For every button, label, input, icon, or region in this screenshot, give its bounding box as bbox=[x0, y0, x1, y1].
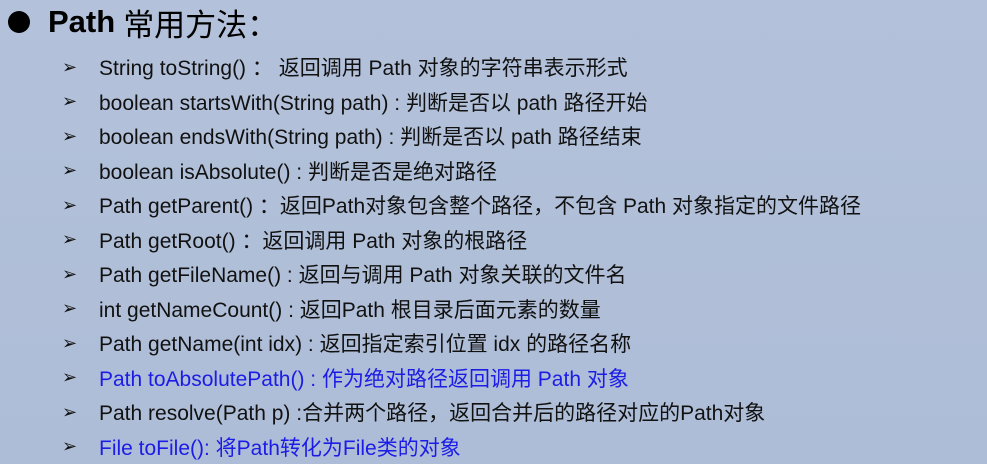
arrow-bullet-icon: ➢ bbox=[62, 91, 78, 112]
list-item: ➢ Path getName(int idx) : 返回指定索引位置 idx 的路… bbox=[62, 326, 861, 361]
arrow-bullet-icon: ➢ bbox=[62, 367, 78, 388]
arrow-bullet-icon: ➢ bbox=[62, 229, 78, 250]
item-text: boolean startsWith(String path) : 判断是否以 … bbox=[99, 91, 648, 115]
list-item: ➢ boolean isAbsolute() : 判断是否是绝对路径 bbox=[62, 154, 861, 189]
item-text: boolean endsWith(String path) : 判断是否以 pa… bbox=[99, 126, 642, 150]
list-item: ➢ Path resolve(Path p) :合并两个路径，返回合并后的路径对应… bbox=[62, 395, 861, 430]
item-text: int getNameCount() : 返回Path 根目录后面元素的数量 bbox=[99, 298, 601, 322]
arrow-bullet-icon: ➢ bbox=[62, 332, 78, 353]
title-rest: 常用方法： bbox=[123, 7, 279, 43]
item-text: Path resolve(Path p) :合并两个路径，返回合并后的路径对应的… bbox=[99, 402, 766, 426]
list-item: ➢ Path getFileName() : 返回与调用 Path 对象关联的文件… bbox=[62, 257, 861, 292]
item-text: Path getParent() ：返回Path对象包含整个路径，不包含 Pat… bbox=[99, 195, 861, 219]
list-item: ➢ int getNameCount() : 返回Path 根目录后面元素的数量 bbox=[62, 292, 861, 327]
list-item: ➢ Path getParent() ：返回Path对象包含整个路径，不包含 Pa… bbox=[62, 188, 861, 223]
item-text: File toFile(): 将Path转化为File类的对象 bbox=[99, 436, 461, 460]
arrow-bullet-icon: ➢ bbox=[62, 401, 78, 422]
arrow-bullet-icon: ➢ bbox=[62, 56, 78, 77]
item-text: String toString() ： 返回调用 Path 对象的字符串表示形式 bbox=[99, 57, 628, 81]
list-item: ➢ boolean endsWith(String path) : 判断是否以 p… bbox=[62, 119, 861, 154]
item-text: Path getFileName() : 返回与调用 Path 对象关联的文件名 bbox=[99, 264, 627, 288]
arrow-bullet-icon: ➢ bbox=[62, 125, 78, 146]
item-text: Path getName(int idx) : 返回指定索引位置 idx 的路径… bbox=[99, 333, 632, 357]
bullet-dot-icon bbox=[8, 11, 30, 33]
list-item: ➢ File toFile(): 将Path转化为File类的对象 bbox=[62, 430, 861, 464]
list-item: ➢ Path getRoot() ：返回调用 Path 对象的根路径 bbox=[62, 223, 861, 258]
list-item: ➢ String toString() ： 返回调用 Path 对象的字符串表示形… bbox=[62, 50, 861, 85]
item-text: boolean isAbsolute() : 判断是否是绝对路径 bbox=[99, 160, 497, 184]
arrow-bullet-icon: ➢ bbox=[62, 436, 78, 457]
item-text: Path getRoot() ：返回调用 Path 对象的根路径 bbox=[99, 229, 528, 253]
title-bold: Path bbox=[48, 4, 116, 39]
arrow-bullet-icon: ➢ bbox=[62, 263, 78, 284]
arrow-bullet-icon: ➢ bbox=[62, 298, 78, 319]
arrow-bullet-icon: ➢ bbox=[62, 160, 78, 181]
slide-title: Path 常用方法： bbox=[8, 2, 279, 43]
method-list: ➢ String toString() ： 返回调用 Path 对象的字符串表示形… bbox=[62, 50, 861, 464]
arrow-bullet-icon: ➢ bbox=[62, 194, 78, 215]
item-text: Path toAbsolutePath() : 作为绝对路径返回调用 Path … bbox=[99, 367, 629, 391]
list-item: ➢ Path toAbsolutePath() : 作为绝对路径返回调用 Path… bbox=[62, 361, 861, 396]
list-item: ➢ boolean startsWith(String path) : 判断是否以… bbox=[62, 85, 861, 120]
